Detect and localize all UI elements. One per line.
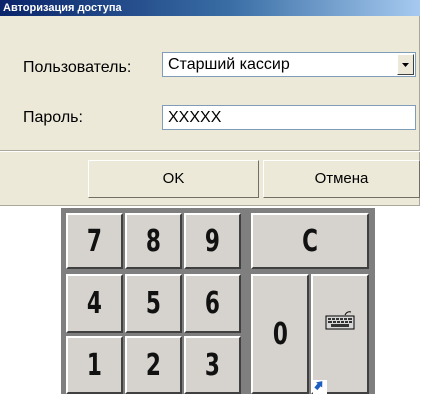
key-9[interactable]: 9 xyxy=(184,213,241,269)
key-5-label: 5 xyxy=(145,286,162,321)
key-4-label: 4 xyxy=(86,286,103,321)
key-1[interactable]: 1 xyxy=(66,336,123,394)
key-7-label: 7 xyxy=(86,223,103,259)
key-0-label: 0 xyxy=(272,316,288,352)
cancel-button[interactable]: Отмена xyxy=(263,160,420,198)
user-select[interactable]: Старший кассир xyxy=(162,52,416,77)
chevron-down-icon xyxy=(402,63,409,67)
key-2[interactable]: 2 xyxy=(125,336,182,394)
auth-dialog: Авторизация доступа Пользователь: Старши… xyxy=(0,0,420,206)
password-label: Пароль: xyxy=(23,109,83,126)
key-8[interactable]: 8 xyxy=(125,213,182,269)
key-2-label: 2 xyxy=(145,347,162,383)
key-8-label: 8 xyxy=(145,223,162,259)
key-9-label: 9 xyxy=(204,223,221,259)
password-field[interactable] xyxy=(162,105,416,130)
user-label: Пользователь: xyxy=(23,59,132,76)
key-clear[interactable]: C xyxy=(251,213,369,269)
shortcut-arrow-icon xyxy=(313,380,327,394)
numeric-keypad: 7 8 9 C 4 5 6 0 1 2 3 xyxy=(61,208,375,394)
dialog-title: Авторизация доступа xyxy=(0,0,420,16)
keyboard-button[interactable] xyxy=(311,274,369,394)
ok-button[interactable]: OK xyxy=(88,160,259,198)
key-clear-label: C xyxy=(302,223,318,259)
key-0[interactable]: 0 xyxy=(251,274,309,394)
key-5[interactable]: 5 xyxy=(125,274,182,333)
separator xyxy=(0,150,420,152)
key-6-label: 6 xyxy=(204,286,221,321)
user-select-value: Старший кассир xyxy=(168,56,290,73)
key-6[interactable]: 6 xyxy=(184,274,241,333)
keyboard-icon xyxy=(325,311,355,330)
key-3-label: 3 xyxy=(204,347,221,383)
key-7[interactable]: 7 xyxy=(66,213,123,269)
dropdown-button[interactable] xyxy=(397,54,414,75)
key-4[interactable]: 4 xyxy=(66,274,123,333)
key-1-label: 1 xyxy=(86,347,103,383)
key-3[interactable]: 3 xyxy=(184,336,241,394)
